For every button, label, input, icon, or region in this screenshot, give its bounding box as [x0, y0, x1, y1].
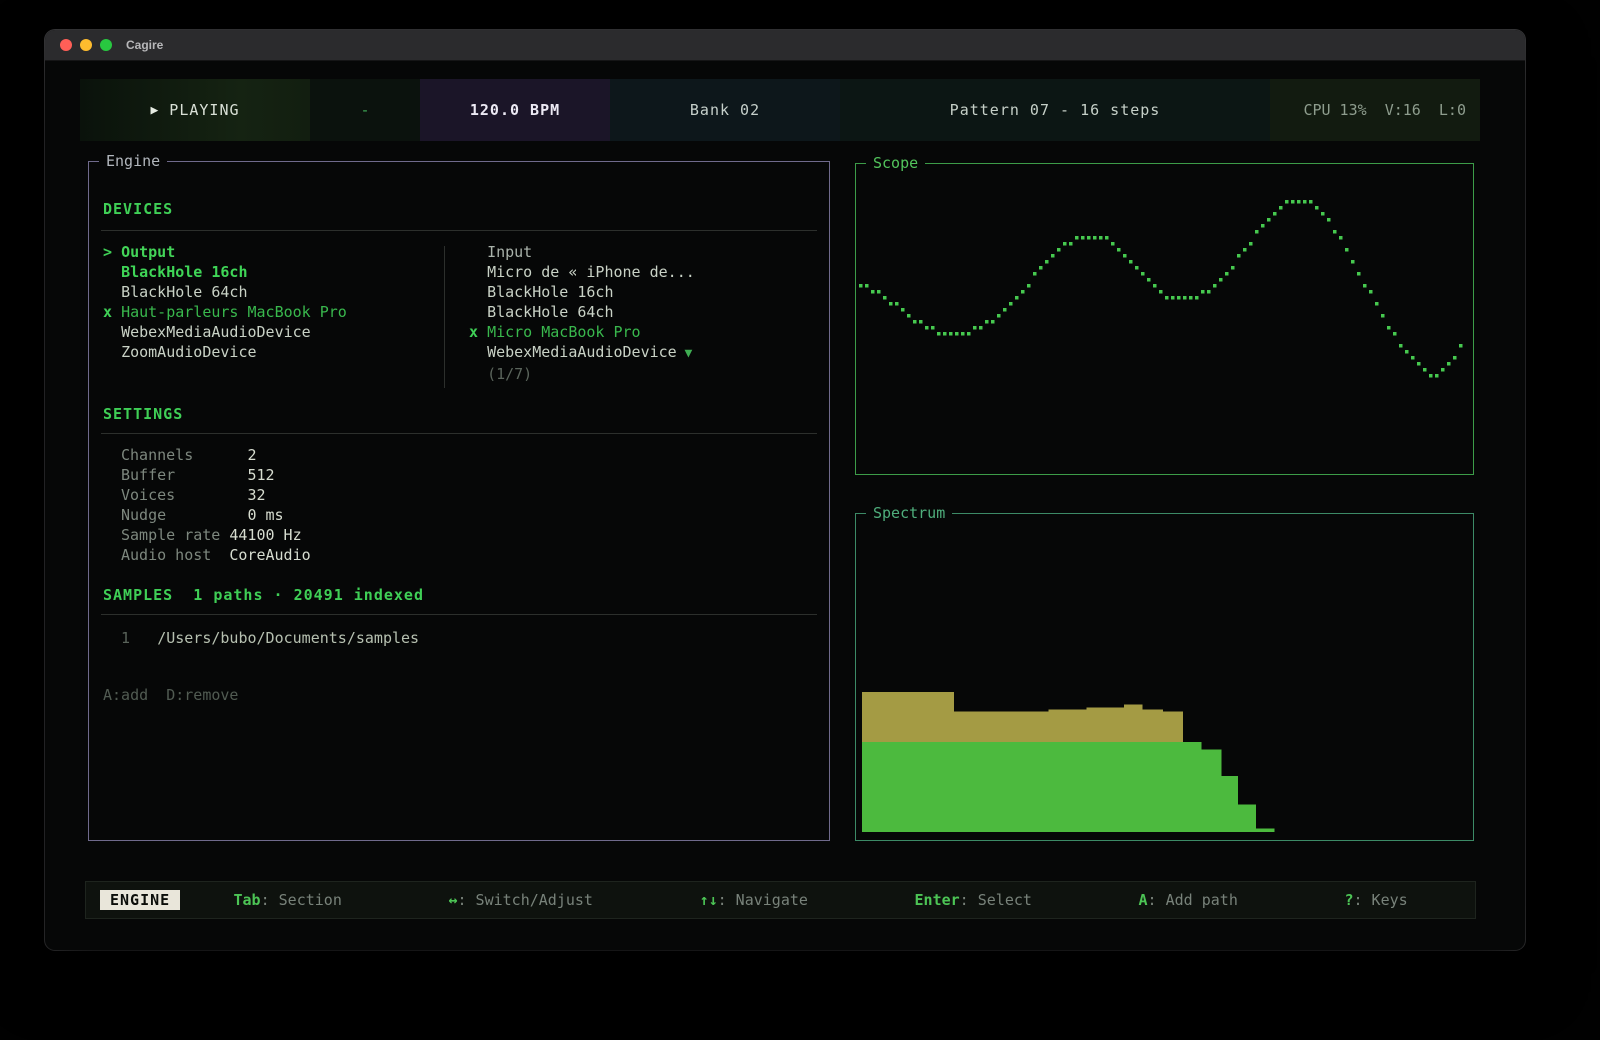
key-hint: Tab: Section [233, 891, 341, 909]
column-divider [444, 246, 445, 388]
setting-row[interactable]: Channels 2 [121, 445, 311, 465]
device-row[interactable]: x Micro MacBook Pro [469, 322, 809, 342]
setting-row[interactable]: Sample rate 44100 Hz [121, 525, 311, 545]
desktop: Cagire ▶ PLAYING - 120.0 BPM Bank 02 Pat… [0, 0, 1600, 1040]
device-row[interactable]: WebexMediaAudioDevice ▼ [469, 342, 809, 364]
setting-row[interactable]: Nudge 0 ms [121, 505, 311, 525]
key-hint: A: Add path [1139, 891, 1238, 909]
devices-header: DEVICES [103, 200, 173, 218]
key-hint: ↑↓: Navigate [700, 891, 808, 909]
sample-path-row[interactable]: 1 /Users/bubo/Documents/samples [103, 628, 419, 648]
key-hint: ?: Keys [1344, 891, 1407, 909]
output-device-list: > Output BlackHole 16ch BlackHole 64chx … [103, 242, 433, 362]
spectrum-panel: Spectrum [855, 513, 1474, 841]
sample-path-list: 1 /Users/bubo/Documents/samples [103, 628, 419, 648]
transport-state: ▶ PLAYING [80, 79, 310, 141]
scope-waveform [856, 164, 1471, 472]
close-button[interactable] [60, 39, 72, 51]
engine-panel: Engine DEVICES > Output BlackHole 16ch B… [88, 161, 830, 841]
divider [101, 230, 817, 231]
samples-meta: 1 paths · 20491 indexed [193, 586, 424, 604]
bpm-display[interactable]: 120.0 BPM [420, 79, 610, 141]
device-row[interactable]: > Output [103, 242, 433, 262]
cpu-stats: CPU 13% V:16 L:0 [1270, 79, 1480, 141]
mode-badge: ENGINE [100, 890, 180, 910]
transport-dash: - [310, 79, 420, 141]
settings-list: Channels 2Buffer 512Voices 32Nudge 0 msS… [121, 445, 311, 565]
engine-panel-title: Engine [99, 152, 167, 170]
device-row[interactable]: BlackHole 64ch [103, 282, 433, 302]
divider [101, 614, 817, 615]
samples-keys-hint: A:add D:remove [103, 686, 238, 704]
device-row[interactable]: BlackHole 16ch [469, 282, 809, 302]
status-bar: ENGINE Tab: Section ↔: Switch/Adjust ↑↓: N… [85, 881, 1476, 919]
divider [101, 433, 817, 434]
device-row[interactable]: Input [469, 242, 809, 262]
samples-header: SAMPLES 1 paths · 20491 indexed [103, 586, 424, 604]
key-hints: Tab: Section ↔: Switch/Adjust ↑↓: Navigate… [180, 891, 1461, 909]
device-row[interactable]: (1/7) [469, 364, 809, 384]
input-device-list: Input Micro de « iPhone de... BlackHole … [469, 242, 809, 384]
device-row[interactable]: x Haut-parleurs MacBook Pro [103, 302, 433, 322]
key-hint: Enter: Select [915, 891, 1032, 909]
device-row[interactable]: ZoomAudioDevice [103, 342, 433, 362]
setting-row[interactable]: Buffer 512 [121, 465, 311, 485]
device-row[interactable]: BlackHole 16ch [103, 262, 433, 282]
setting-row[interactable]: Audio host CoreAudio [121, 545, 311, 565]
app-window: Cagire ▶ PLAYING - 120.0 BPM Bank 02 Pat… [45, 30, 1525, 950]
key-hint: ↔: Switch/Adjust [448, 891, 593, 909]
bank-display[interactable]: Bank 02 [610, 79, 840, 141]
scope-panel-title: Scope [866, 154, 925, 172]
transport-state-label: PLAYING [169, 101, 239, 119]
zoom-button[interactable] [100, 39, 112, 51]
more-below-icon: ▼ [677, 346, 693, 361]
device-row[interactable]: WebexMediaAudioDevice [103, 322, 433, 342]
pattern-display[interactable]: Pattern 07 - 16 steps [840, 79, 1270, 141]
device-row[interactable]: Micro de « iPhone de... [469, 262, 809, 282]
play-icon: ▶ [150, 103, 159, 118]
app-content: ▶ PLAYING - 120.0 BPM Bank 02 Pattern 07… [45, 61, 1525, 950]
minimize-button[interactable] [80, 39, 92, 51]
traffic-lights [60, 39, 112, 51]
spectrum-panel-title: Spectrum [866, 504, 952, 522]
scope-panel: Scope [855, 163, 1474, 475]
spectrum-chart [856, 514, 1471, 838]
window-title: Cagire [126, 38, 163, 52]
titlebar[interactable]: Cagire [45, 30, 1525, 61]
transport-bar: ▶ PLAYING - 120.0 BPM Bank 02 Pattern 07… [80, 79, 1480, 141]
setting-row[interactable]: Voices 32 [121, 485, 311, 505]
settings-header: SETTINGS [103, 405, 183, 423]
device-row[interactable]: BlackHole 64ch [469, 302, 809, 322]
